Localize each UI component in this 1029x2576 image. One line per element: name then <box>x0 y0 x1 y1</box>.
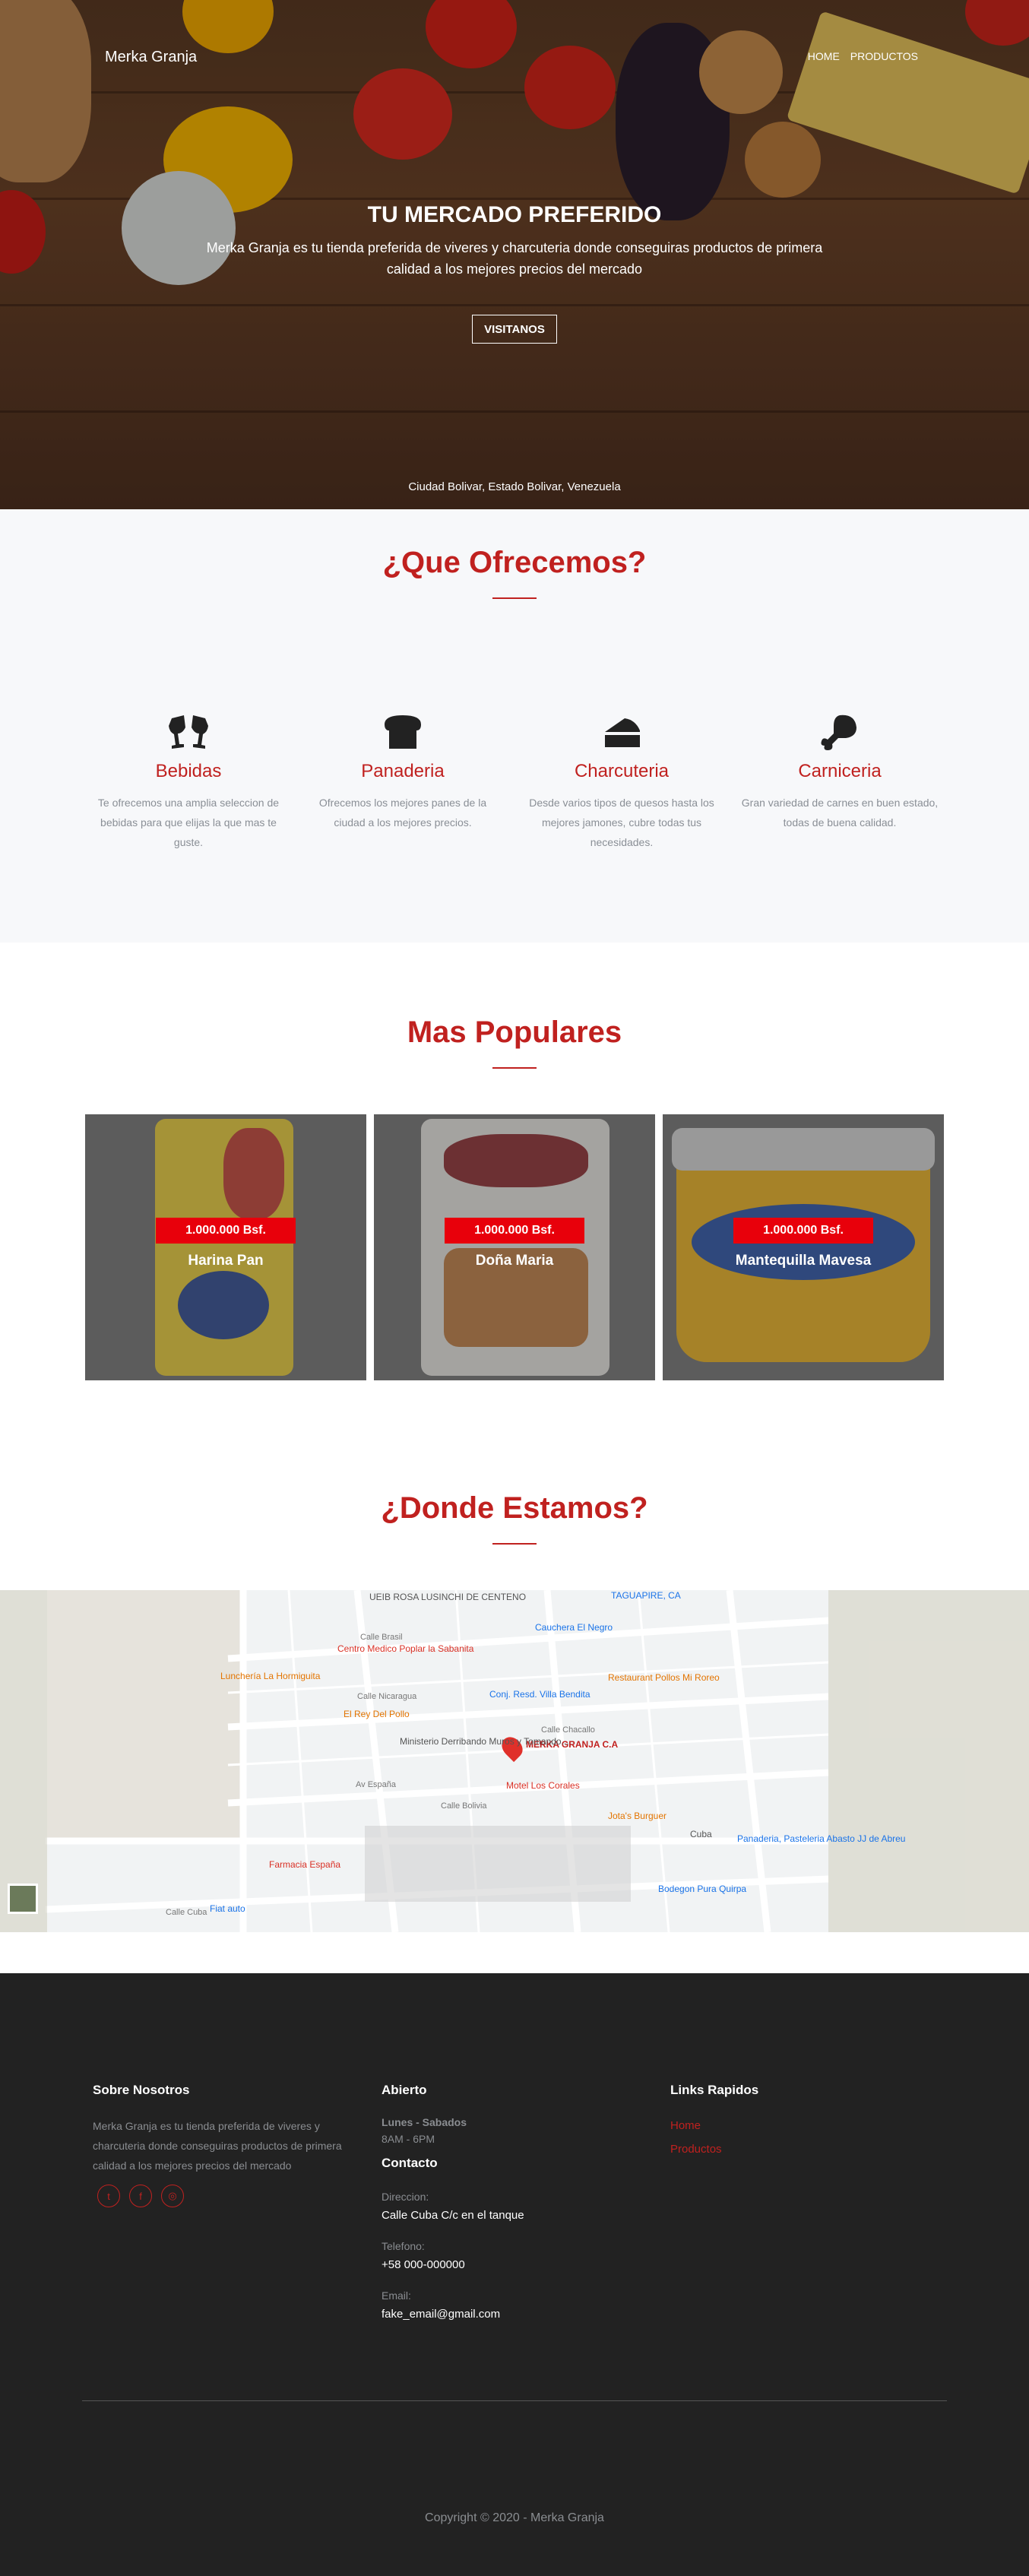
map-place-label: Ministerio Derribando Muros y Tomando... <box>400 1736 569 1747</box>
map-place-label: Fiat auto <box>210 1903 245 1914</box>
title-divider <box>492 597 537 599</box>
open-hours: 8AM - 6PM <box>382 2133 435 2145</box>
location-section: ¿Donde Estamos? <box>0 1429 1029 1590</box>
visit-button[interactable]: VISITANOS <box>472 315 557 344</box>
map-place-label: TAGUAPIRE, CA <box>611 1590 681 1601</box>
title-divider <box>492 1067 537 1069</box>
map-place-label: Centro Medico Poplar la Sabanita <box>337 1643 474 1654</box>
open-days: Lunes - Sabados <box>382 2116 467 2128</box>
footer-links: Links Rapidos Home Productos <box>670 2083 898 2156</box>
footer: Sobre Nosotros Merka Granja es tu tienda… <box>0 1973 1029 2576</box>
email-value: fake_email@gmail.com <box>382 2308 501 2321</box>
service-text: Te ofrecemos una amplia seleccion de beb… <box>97 797 280 848</box>
popular-title: Mas Populares <box>407 1016 622 1049</box>
map-street-label: Calle Cuba <box>166 1908 207 1917</box>
service-text: Ofrecemos los mejores panes de la ciudad… <box>318 797 487 829</box>
product-price: 1.000.000 Bsf. <box>156 1218 296 1244</box>
service-title: Panaderia <box>361 761 445 781</box>
service-title: Bebidas <box>155 761 222 781</box>
map-place-label: Conj. Resd. Villa Bendita <box>489 1689 590 1700</box>
map-place-label: Jota's Burguer <box>608 1811 666 1821</box>
service-text: Desde varios tipos de quesos hasta los m… <box>529 797 714 848</box>
footer-link-home[interactable]: Home <box>670 2119 898 2132</box>
service-carniceria: Carniceria Gran variedad de carnes en bu… <box>741 711 939 832</box>
instagram-icon[interactable]: ◎ <box>161 2185 184 2207</box>
hero-location: Ciudad Bolivar, Estado Bolivar, Venezuel… <box>408 480 621 493</box>
service-text: Gran variedad de carnes en buen estado, … <box>741 797 939 829</box>
product-price: 1.000.000 Bsf. <box>445 1218 584 1244</box>
hero-section: Merka Granja HOME PRODUCTOS TU MERCADO P… <box>0 0 1029 509</box>
footer-about-text: Merka Granja es tu tienda preferida de v… <box>93 2120 342 2172</box>
map-street-label: Calle Brasil <box>360 1633 403 1642</box>
map-place-label: El Rey Del Pollo <box>344 1709 410 1719</box>
email-label: Email: <box>382 2289 411 2302</box>
map-place-label: Lunchería La Hormiguita <box>220 1671 321 1681</box>
nav-home[interactable]: HOME <box>808 50 840 62</box>
offer-section: ¿Que Ofrecemos? Bebidas Te ofrecemos una… <box>0 509 1029 943</box>
map-place-label: Restaurant Pollos Mi Roreo <box>608 1672 720 1683</box>
twitter-icon[interactable]: t <box>97 2185 120 2207</box>
address-label: Direccion: <box>382 2191 429 2203</box>
footer-contact-title: Contacto <box>382 2156 438 2170</box>
map-place-label: Cauchera El Negro <box>535 1622 613 1633</box>
hero-subtitle: Merka Granja es tu tienda preferida de v… <box>206 240 823 277</box>
footer-divider <box>82 2400 947 2401</box>
brand-logo[interactable]: Merka Granja <box>105 49 197 66</box>
service-title: Charcuteria <box>574 761 670 781</box>
satellite-toggle[interactable] <box>8 1884 38 1914</box>
bread-slice-icon <box>380 711 426 753</box>
map-place-label: Motel Los Corales <box>506 1780 580 1791</box>
phone-label: Telefono: <box>382 2240 425 2252</box>
footer-about: Sobre Nosotros Merka Granja es tu tienda… <box>93 2083 366 2207</box>
map-street-label: Calle Nicaragua <box>357 1692 417 1701</box>
product-card[interactable]: 1.000.000 Bsf. Harina Pan <box>85 1114 366 1380</box>
footer-hours: Abierto Lunes - Sabados 8AM - 6PM Contac… <box>382 2083 609 2321</box>
hero-title: TU MERCADO PREFERIDO <box>367 202 662 227</box>
map-street-label: Cuba <box>690 1829 712 1839</box>
footer-open-title: Abierto <box>382 2083 427 2097</box>
phone-value: +58 000-000000 <box>382 2258 465 2271</box>
product-name: Harina Pan <box>188 1253 264 1269</box>
product-name: Mantequilla Mavesa <box>735 1253 872 1269</box>
product-price: 1.000.000 Bsf. <box>733 1218 873 1244</box>
map-place-label: Bodegon Pura Quirpa <box>658 1884 747 1894</box>
google-map[interactable]: MERKA GRANJA C.A UEIB ROSA LUSINCHI DE C… <box>0 1590 1029 1932</box>
copyright: Copyright © 2020 - Merka Granja <box>425 2511 604 2524</box>
map-place-label: Panaderia, Pasteleria Abasto JJ de Abreu <box>737 1833 906 1844</box>
location-title: ¿Donde Estamos? <box>381 1491 648 1525</box>
footer-link-productos[interactable]: Productos <box>670 2143 898 2156</box>
footer-links-title: Links Rapidos <box>670 2083 759 2097</box>
drumstick-icon <box>817 711 863 753</box>
footer-about-title: Sobre Nosotros <box>93 2083 190 2097</box>
offer-title: ¿Que Ofrecemos? <box>382 546 647 579</box>
product-card[interactable]: 1.000.000 Bsf. Doña Maria <box>374 1114 655 1380</box>
address-value: Calle Cuba C/c en el tanque <box>382 2209 524 2222</box>
map-street-label: Av España <box>356 1780 397 1789</box>
product-name: Doña Maria <box>475 1253 554 1269</box>
title-divider <box>492 1543 537 1545</box>
map-place-label: UEIB ROSA LUSINCHI DE CENTENO <box>369 1592 527 1602</box>
main-nav: HOME PRODUCTOS <box>808 50 918 62</box>
nav-productos[interactable]: PRODUCTOS <box>850 50 918 62</box>
map-place-label: Farmacia España <box>269 1859 341 1870</box>
popular-section: Mas Populares 1.000.000 Bsf. Harina Pan … <box>0 943 1029 1429</box>
service-panaderia: Panaderia Ofrecemos los mejores panes de… <box>304 711 502 832</box>
glasses-cheers-icon <box>166 711 211 753</box>
product-card[interactable]: 1.000.000 Bsf. Mantequilla Mavesa <box>663 1114 944 1380</box>
facebook-icon[interactable]: f <box>129 2185 152 2207</box>
map-street-label: Calle Chacallo <box>541 1725 595 1735</box>
service-bebidas: Bebidas Te ofrecemos una amplia seleccio… <box>90 711 287 852</box>
social-links: t f ◎ <box>97 2185 366 2207</box>
service-charcuteria: Charcuteria Desde varios tipos de quesos… <box>523 711 720 852</box>
service-title: Carniceria <box>798 761 882 781</box>
cheese-icon <box>599 711 644 753</box>
map-street-label: Calle Bolivia <box>441 1801 487 1811</box>
